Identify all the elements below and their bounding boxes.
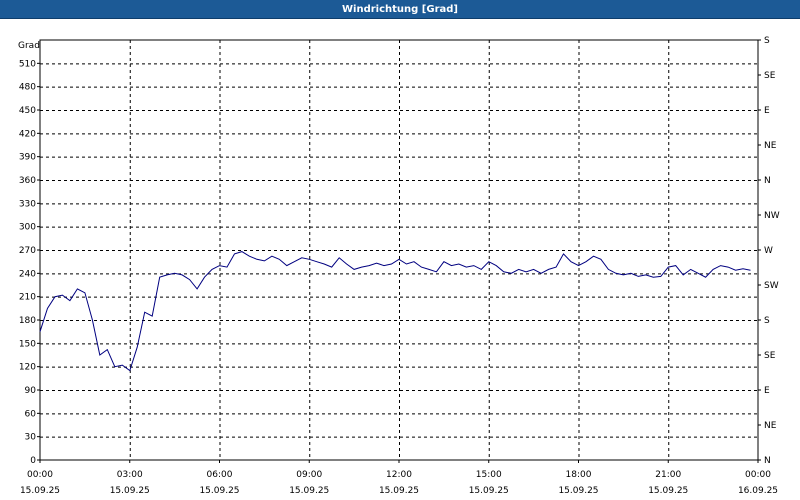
x-tick-time: 12:00 (386, 470, 412, 480)
y-tick-label: 330 (19, 199, 36, 209)
y-tick-label: 360 (19, 176, 36, 186)
y-tick-label: 180 (19, 316, 36, 326)
x-tick-date: 15.09.25 (20, 486, 60, 496)
y-tick-label: 450 (19, 106, 36, 116)
x-tick-date: 15.09.25 (289, 486, 329, 496)
x-tick-time: 06:00 (207, 470, 233, 480)
right-axis-ticks: N NE E SE S SW W NW N NE E SE S (758, 36, 780, 466)
right-tick-label: SE (764, 71, 776, 81)
x-tick-time: 09:00 (296, 470, 322, 480)
y-tick-label: 60 (25, 409, 37, 419)
right-tick-label: N (764, 456, 771, 466)
x-tick-date: 15.09.25 (110, 486, 150, 496)
x-tick-time: 15:00 (476, 470, 502, 480)
right-tick-label: S (764, 36, 770, 46)
x-tick-date: 15.09.25 (558, 486, 598, 496)
x-tick-time: 21:00 (655, 470, 681, 480)
y-tick-label: 510 (19, 59, 36, 69)
x-tick-time: 03:00 (117, 470, 143, 480)
y-tick-label: 240 (19, 269, 36, 279)
x-tick-time: 18:00 (566, 470, 592, 480)
x-tick-date: 15.09.25 (469, 486, 509, 496)
wind-direction-chart: Grad 0 30 60 90 120 150 180 210 240 270 300 330 360 3… (18, 36, 780, 496)
y-tick-label: 30 (25, 433, 37, 443)
x-tick-date: 16.09.25 (738, 486, 778, 496)
right-tick-label: NE (764, 141, 777, 151)
x-tick-date: 15.09.25 (199, 486, 239, 496)
x-tick-time: 00:00 (745, 470, 771, 480)
y-tick-label: 150 (19, 339, 36, 349)
y-tick-label: 300 (19, 223, 36, 233)
right-tick-label: E (764, 106, 770, 116)
y-tick-label: 420 (19, 129, 36, 139)
right-tick-label: NW (764, 211, 780, 221)
y-tick-label: 0 (30, 456, 36, 466)
y-tick-label: 270 (19, 246, 36, 256)
y-axis-label: Grad (18, 41, 40, 51)
x-tick-time: 00:00 (27, 470, 53, 480)
y-tick-label: 390 (19, 153, 36, 163)
right-tick-label: SW (764, 281, 779, 291)
y-tick-label: 480 (19, 83, 36, 93)
right-tick-label: SE (764, 351, 776, 361)
y-tick-label: 90 (25, 386, 37, 396)
x-tick-date: 15.09.25 (648, 486, 688, 496)
x-axis-ticks: 00:00 15.09.25 03:00 15.09.25 06:00 15.09.25 0… (20, 460, 778, 496)
right-tick-label: E (764, 386, 770, 396)
x-tick-date: 15.09.25 (379, 486, 419, 496)
right-tick-label: NE (764, 421, 777, 431)
right-tick-label: W (764, 246, 773, 256)
y-tick-label: 210 (19, 293, 36, 303)
y-axis-ticks: 0 30 60 90 120 150 180 210 240 270 300 330 360 390 420… (19, 59, 40, 466)
y-tick-label: 120 (19, 363, 36, 373)
right-tick-label: S (764, 316, 770, 326)
right-tick-label: N (764, 176, 771, 186)
